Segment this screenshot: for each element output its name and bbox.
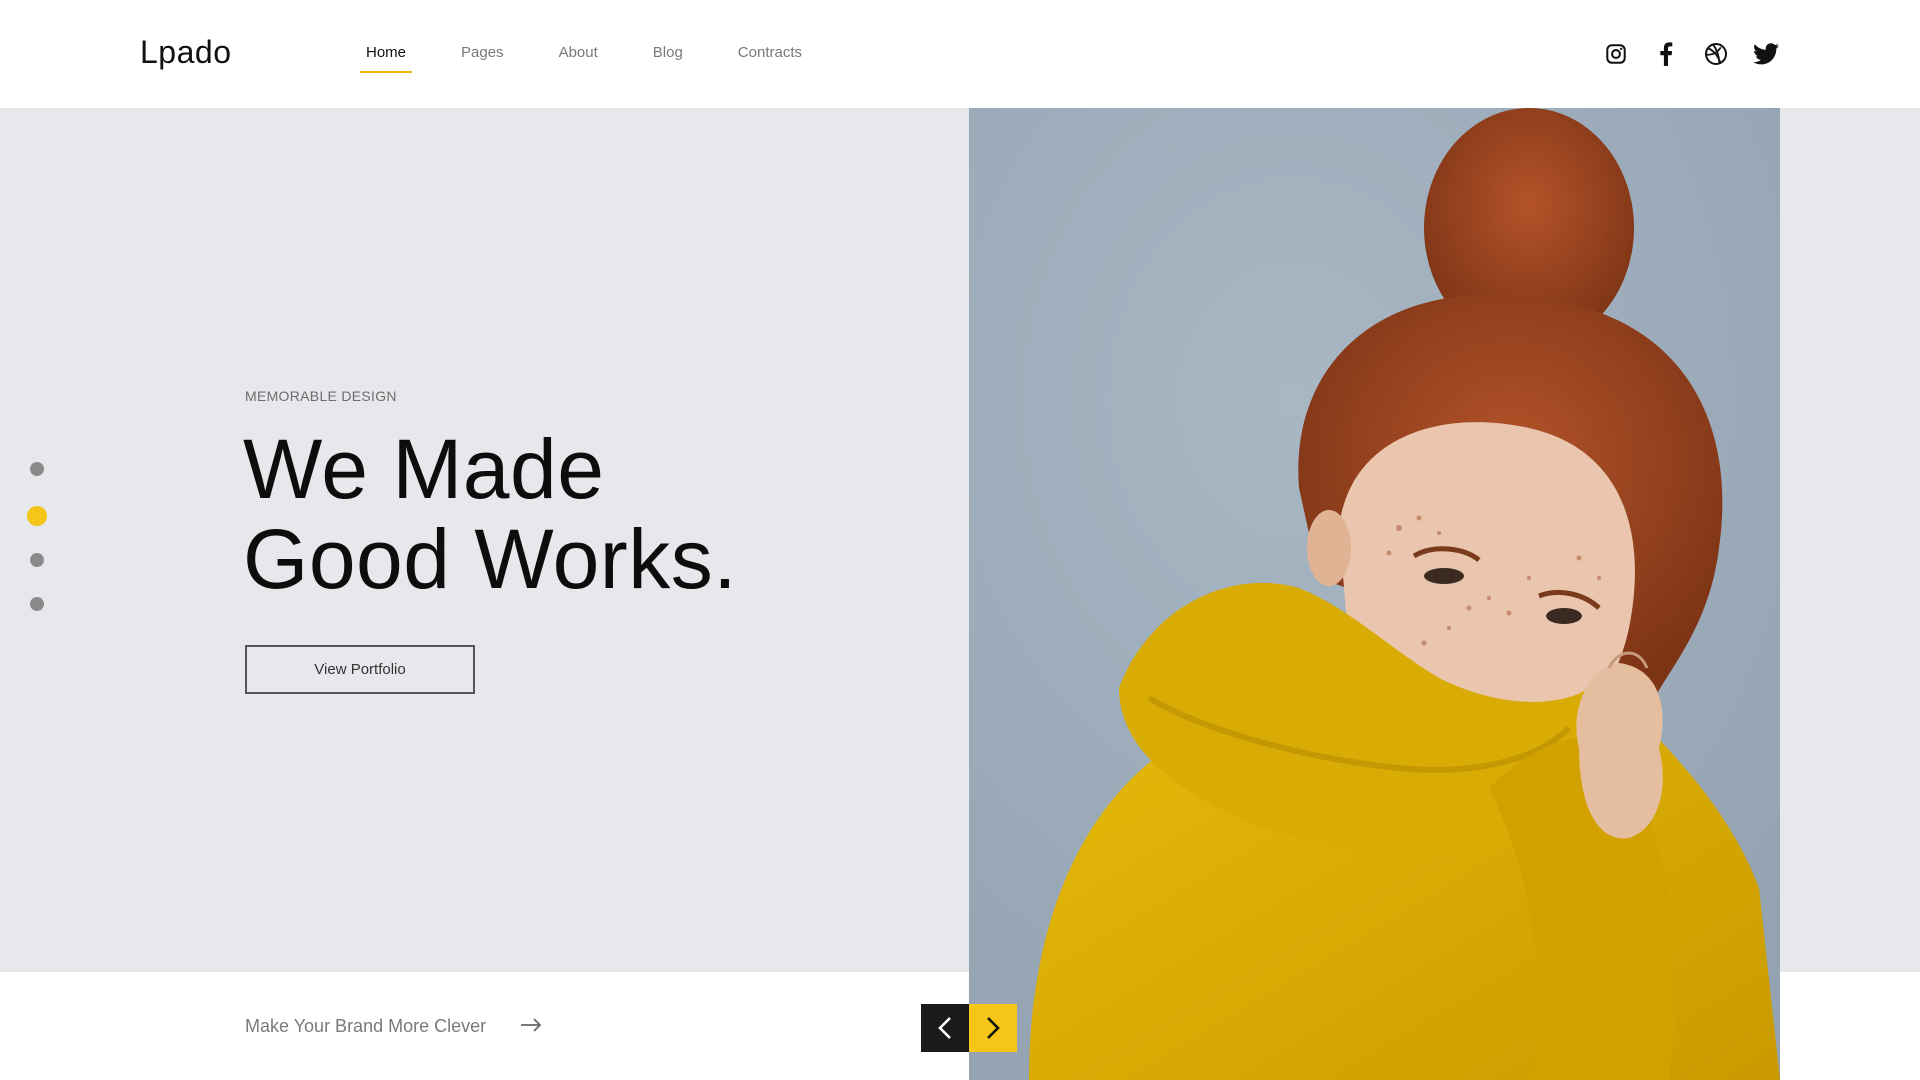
site-logo[interactable]: Lpado bbox=[140, 34, 231, 71]
headline-line-1: We Made bbox=[243, 422, 605, 516]
prev-slide-button[interactable] bbox=[921, 1004, 969, 1052]
social-links bbox=[1602, 40, 1780, 68]
hero-headline: We Made Good Works. bbox=[243, 424, 737, 604]
slide-indicator bbox=[26, 462, 48, 641]
brand-link-text: Make Your Brand More Clever bbox=[245, 1016, 487, 1036]
slide-dot-1[interactable] bbox=[30, 462, 44, 476]
arrow-right-icon bbox=[520, 1016, 542, 1037]
dribbble-icon[interactable] bbox=[1702, 40, 1730, 68]
site-header: Lpado Home Pages About Blog Contracts bbox=[0, 0, 1920, 108]
facebook-icon[interactable] bbox=[1652, 40, 1680, 68]
nav-item-pages[interactable]: Pages bbox=[457, 44, 508, 61]
nav-item-home[interactable]: Home bbox=[359, 44, 413, 73]
chevron-left-icon bbox=[938, 1017, 951, 1039]
main-nav: Home Pages About Blog Contracts bbox=[359, 44, 853, 73]
bottom-bar-right bbox=[1780, 972, 1920, 1080]
instagram-icon[interactable] bbox=[1602, 40, 1630, 68]
hero-photo bbox=[969, 108, 1780, 1080]
slide-dot-2-active[interactable] bbox=[27, 506, 47, 526]
nav-item-blog[interactable]: Blog bbox=[649, 44, 687, 61]
hero-eyebrow: MEMORABLE DESIGN bbox=[245, 388, 397, 404]
nav-item-contracts[interactable]: Contracts bbox=[734, 44, 806, 61]
chevron-right-icon bbox=[987, 1017, 1000, 1039]
brand-link[interactable]: Make Your Brand More Clever bbox=[245, 1016, 542, 1037]
next-slide-button[interactable] bbox=[969, 1004, 1017, 1052]
nav-item-about[interactable]: About bbox=[555, 44, 602, 61]
headline-line-2: Good Works. bbox=[243, 512, 738, 606]
slide-dot-3[interactable] bbox=[30, 553, 44, 567]
view-portfolio-button[interactable]: View Portfolio bbox=[245, 645, 475, 694]
slide-dot-4[interactable] bbox=[30, 597, 44, 611]
twitter-icon[interactable] bbox=[1752, 40, 1780, 68]
woman-in-yellow-sweater-illustration bbox=[969, 108, 1780, 1080]
